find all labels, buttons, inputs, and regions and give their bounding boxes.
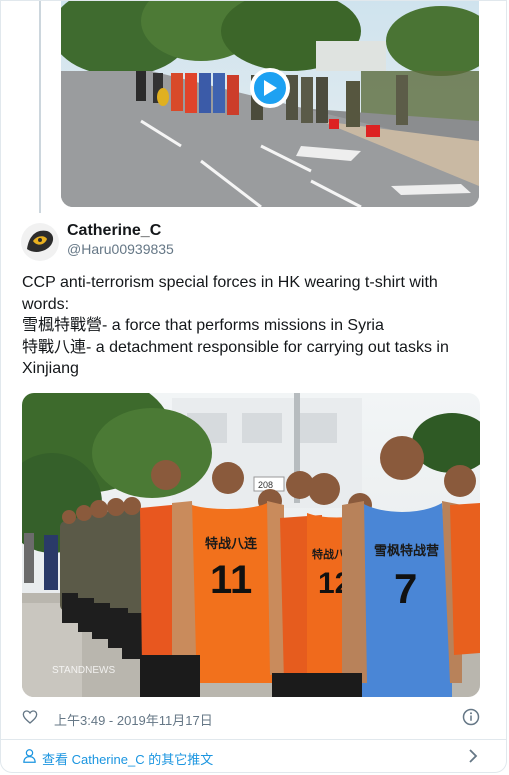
photo-watermark: STANDNEWS bbox=[52, 665, 115, 676]
tweet-text-line: 雪楓特戰營- a force that performs missions in… bbox=[22, 317, 384, 334]
view-more-tweets-label: 查看 Catherine_C 的其它推文 bbox=[42, 752, 214, 767]
view-more-tweets-link[interactable]: 查看 Catherine_C 的其它推文 bbox=[22, 745, 482, 769]
heart-icon[interactable] bbox=[22, 709, 38, 725]
jersey-label: 雪枫特战营 bbox=[374, 543, 439, 558]
svg-text:特战八: 特战八 bbox=[312, 547, 346, 561]
author-handle[interactable]: @Haru00939835 bbox=[67, 241, 174, 257]
video-thumbnail[interactable] bbox=[61, 1, 479, 207]
tweet-timestamp[interactable]: 上午3:49 - 2019年11月17日 bbox=[54, 710, 213, 729]
info-icon[interactable] bbox=[462, 708, 480, 726]
avatar-image bbox=[21, 223, 59, 261]
tweet-text-line: 特戰八連- a detachment responsible for carry… bbox=[22, 338, 449, 356]
tweet-photo[interactable]: 208 特战八连 11 特战八 12 雪枫特战营 7 STANDNEWS bbox=[22, 393, 480, 697]
chevron-right-icon bbox=[469, 749, 478, 763]
tweet-text-line: words: bbox=[22, 295, 70, 313]
play-button[interactable] bbox=[250, 68, 290, 108]
tweet-meta-row: 上午3:49 - 2019年11月17日 bbox=[22, 707, 482, 729]
jersey-number: 7 bbox=[394, 565, 417, 612]
jersey-label: 特战八连 bbox=[205, 536, 258, 551]
tweet-text-line: CCP anti-terrorism special forces in HK … bbox=[22, 274, 438, 291]
tweet-text-line: Xinjiang bbox=[22, 360, 79, 377]
jersey-number: 11 bbox=[210, 558, 252, 602]
person-icon bbox=[23, 749, 36, 763]
photo-sign-text: 208 bbox=[258, 480, 273, 490]
play-icon bbox=[264, 80, 277, 96]
thread-connector-line bbox=[39, 1, 41, 213]
tweet-text: CCP anti-terrorism special forces in HK … bbox=[22, 272, 482, 380]
avatar[interactable] bbox=[21, 223, 59, 261]
divider bbox=[1, 739, 506, 740]
tweet-photo-image: 208 特战八连 11 特战八 12 雪枫特战营 7 STANDNEWS bbox=[22, 393, 480, 697]
author-display-name[interactable]: Catherine_C bbox=[67, 222, 161, 240]
tweet-card: Catherine_C @Haru00939835 CCP anti-terro… bbox=[0, 0, 507, 773]
